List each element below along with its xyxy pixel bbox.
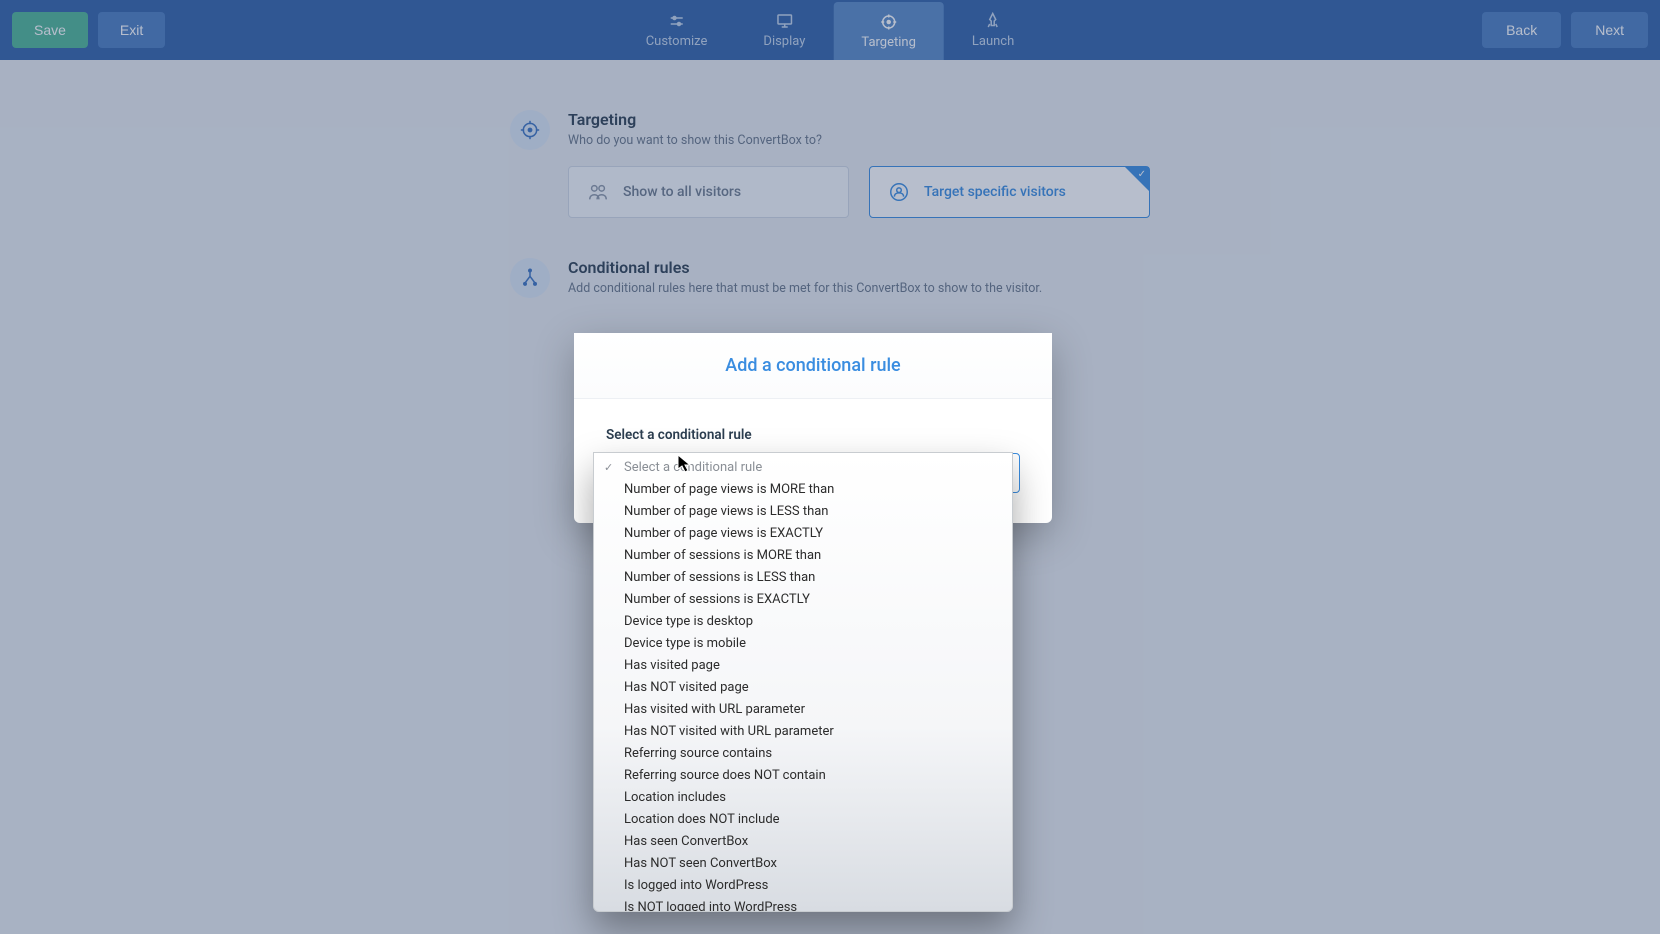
- dropdown-option[interactable]: Location does NOT include: [594, 809, 1012, 831]
- targeting-section-body: Targeting Who do you want to show this C…: [568, 110, 1150, 218]
- rules-section: Conditional rules Add conditional rules …: [510, 258, 1150, 314]
- dropdown-option[interactable]: Number of page views is EXACTLY: [594, 523, 1012, 545]
- rules-section-icon: [510, 258, 550, 298]
- rocket-icon: [984, 12, 1002, 30]
- dropdown-option[interactable]: Has NOT visited page: [594, 677, 1012, 699]
- monitor-icon: [775, 12, 793, 30]
- targeting-options: Show to all visitors ✓ Target specific v…: [568, 166, 1150, 218]
- targeting-title: Targeting: [568, 110, 1150, 129]
- back-button[interactable]: Back: [1482, 12, 1561, 48]
- modal-title: Add a conditional rule: [574, 333, 1052, 399]
- next-button[interactable]: Next: [1571, 12, 1648, 48]
- dropdown-option[interactable]: Number of sessions is LESS than: [594, 567, 1012, 589]
- targeting-desc: Who do you want to show this ConvertBox …: [568, 133, 1150, 148]
- dropdown-option[interactable]: Number of sessions is EXACTLY: [594, 589, 1012, 611]
- tab-targeting[interactable]: Targeting: [833, 2, 943, 60]
- dropdown-option[interactable]: Is logged into WordPress: [594, 875, 1012, 897]
- dropdown-option[interactable]: Is NOT logged into WordPress: [594, 897, 1012, 912]
- rules-desc: Add conditional rules here that must be …: [568, 281, 1150, 296]
- dropdown-option[interactable]: Has NOT seen ConvertBox: [594, 853, 1012, 875]
- exit-button[interactable]: Exit: [98, 12, 165, 48]
- dropdown-option[interactable]: Number of page views is MORE than: [594, 479, 1012, 501]
- tab-display-label: Display: [763, 34, 805, 49]
- tab-customize-label: Customize: [646, 34, 708, 49]
- dropdown-option[interactable]: Has visited with URL parameter: [594, 699, 1012, 721]
- rules-title: Conditional rules: [568, 258, 1150, 277]
- dropdown-option[interactable]: Referring source contains: [594, 743, 1012, 765]
- dropdown-option[interactable]: Referring source does NOT contain: [594, 765, 1012, 787]
- targeting-section-icon: [510, 110, 550, 150]
- save-button[interactable]: Save: [12, 12, 88, 48]
- dropdown-placeholder[interactable]: Select a conditional rule: [594, 457, 1012, 479]
- modal-select-label: Select a conditional rule: [606, 427, 1020, 443]
- dropdown-option[interactable]: Device type is mobile: [594, 633, 1012, 655]
- target-person-icon: [888, 181, 910, 203]
- sliders-icon: [668, 12, 686, 30]
- people-icon: [587, 181, 609, 203]
- dropdown-option[interactable]: Number of page views is LESS than: [594, 501, 1012, 523]
- targeting-section: Targeting Who do you want to show this C…: [510, 110, 1150, 218]
- dropdown-option[interactable]: Has visited page: [594, 655, 1012, 677]
- option-all-visitors[interactable]: Show to all visitors: [568, 166, 849, 218]
- tab-display[interactable]: Display: [735, 0, 833, 60]
- crosshair-icon: [520, 120, 540, 140]
- rules-section-body: Conditional rules Add conditional rules …: [568, 258, 1150, 314]
- dropdown-option[interactable]: Location includes: [594, 787, 1012, 809]
- tab-launch[interactable]: Launch: [944, 0, 1042, 60]
- fork-icon: [520, 268, 540, 288]
- dropdown-option[interactable]: Device type is desktop: [594, 611, 1012, 633]
- dropdown-option[interactable]: Has seen ConvertBox: [594, 831, 1012, 853]
- nav-tabs: Customize Display Targeting Launch: [618, 0, 1043, 60]
- check-icon: ✓: [1138, 169, 1146, 180]
- app-header: Save Exit Customize Display Targeting La…: [0, 0, 1660, 60]
- option-all-label: Show to all visitors: [623, 184, 741, 200]
- conditional-rule-dropdown: Select a conditional rule Number of page…: [593, 452, 1013, 912]
- tab-customize[interactable]: Customize: [618, 0, 736, 60]
- option-specific-label: Target specific visitors: [924, 184, 1066, 200]
- option-specific-visitors[interactable]: ✓ Target specific visitors: [869, 166, 1150, 218]
- tab-launch-label: Launch: [972, 34, 1014, 49]
- dropdown-option[interactable]: Number of sessions is MORE than: [594, 545, 1012, 567]
- dropdown-option[interactable]: Has NOT visited with URL parameter: [594, 721, 1012, 743]
- tab-targeting-label: Targeting: [861, 35, 915, 50]
- header-right: Back Next: [1482, 12, 1648, 48]
- target-icon: [880, 13, 898, 31]
